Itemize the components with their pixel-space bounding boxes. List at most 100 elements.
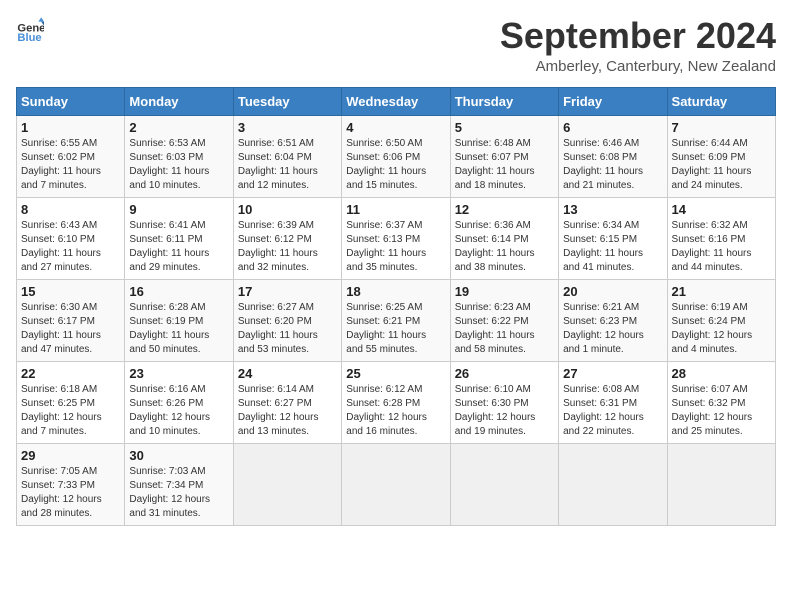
day-number: 7: [672, 120, 771, 135]
header-sunday: Sunday: [17, 87, 125, 115]
day-number: 2: [129, 120, 228, 135]
day-info: Sunrise: 6:21 AMSunset: 6:23 PMDaylight:…: [563, 301, 662, 357]
day-info: Sunrise: 6:18 AMSunset: 6:25 PMDaylight:…: [21, 383, 120, 439]
day-number: 8: [21, 202, 120, 217]
day-number: 18: [346, 284, 445, 299]
day-number: 22: [21, 366, 120, 381]
table-row: 13Sunrise: 6:34 AMSunset: 6:15 PMDayligh…: [559, 197, 667, 279]
day-number: 28: [672, 366, 771, 381]
header-wednesday: Wednesday: [342, 87, 450, 115]
table-row: 5Sunrise: 6:48 AMSunset: 6:07 PMDaylight…: [450, 115, 558, 197]
day-info: Sunrise: 6:53 AMSunset: 6:03 PMDaylight:…: [129, 137, 228, 193]
day-info: Sunrise: 6:34 AMSunset: 6:15 PMDaylight:…: [563, 219, 662, 275]
day-number: 3: [238, 120, 337, 135]
page-header: General Blue September 2024 Amberley, Ca…: [16, 16, 776, 75]
day-number: 14: [672, 202, 771, 217]
day-info: Sunrise: 7:05 AMSunset: 7:33 PMDaylight:…: [21, 465, 120, 521]
table-row: 15Sunrise: 6:30 AMSunset: 6:17 PMDayligh…: [17, 279, 125, 361]
day-info: Sunrise: 6:16 AMSunset: 6:26 PMDaylight:…: [129, 383, 228, 439]
day-number: 25: [346, 366, 445, 381]
calendar-week-row: 8 Sunrise: 6:43 AMSunset: 6:10 PMDaylight…: [17, 197, 776, 279]
table-row: 22 Sunrise: 6:18 AMSunset: 6:25 PMDayligh…: [17, 361, 125, 443]
calendar-week-row: 22 Sunrise: 6:18 AMSunset: 6:25 PMDayligh…: [17, 361, 776, 443]
table-row: 28 Sunrise: 6:07 AMSunset: 6:32 PMDayligh…: [667, 361, 775, 443]
table-row: 2 Sunrise: 6:53 AMSunset: 6:03 PMDaylight…: [125, 115, 233, 197]
table-row: [342, 443, 450, 525]
table-row: [450, 443, 558, 525]
day-number: 16: [129, 284, 228, 299]
table-row: 11Sunrise: 6:37 AMSunset: 6:13 PMDayligh…: [342, 197, 450, 279]
day-info: Sunrise: 6:32 AMSunset: 6:16 PMDaylight:…: [672, 219, 771, 275]
day-info: Sunrise: 6:50 AMSunset: 6:06 PMDaylight:…: [346, 137, 445, 193]
day-info: Sunrise: 6:41 AMSunset: 6:11 PMDaylight:…: [129, 219, 228, 275]
table-row: 10Sunrise: 6:39 AMSunset: 6:12 PMDayligh…: [233, 197, 341, 279]
day-info: Sunrise: 6:48 AMSunset: 6:07 PMDaylight:…: [455, 137, 554, 193]
table-row: 20Sunrise: 6:21 AMSunset: 6:23 PMDayligh…: [559, 279, 667, 361]
table-row: 8 Sunrise: 6:43 AMSunset: 6:10 PMDaylight…: [17, 197, 125, 279]
table-row: [667, 443, 775, 525]
day-info: Sunrise: 6:36 AMSunset: 6:14 PMDaylight:…: [455, 219, 554, 275]
table-row: 1 Sunrise: 6:55 AMSunset: 6:02 PMDaylight…: [17, 115, 125, 197]
table-row: 12 Sunrise: 6:36 AMSunset: 6:14 PMDayligh…: [450, 197, 558, 279]
day-info: Sunrise: 6:46 AMSunset: 6:08 PMDaylight:…: [563, 137, 662, 193]
table-row: 14 Sunrise: 6:32 AMSunset: 6:16 PMDayligh…: [667, 197, 775, 279]
day-number: 9: [129, 202, 228, 217]
day-info: Sunrise: 6:08 AMSunset: 6:31 PMDaylight:…: [563, 383, 662, 439]
table-row: 30 Sunrise: 7:03 AMSunset: 7:34 PMDayligh…: [125, 443, 233, 525]
day-info: Sunrise: 6:43 AMSunset: 6:10 PMDaylight:…: [21, 219, 120, 275]
table-row: 18 Sunrise: 6:25 AMSunset: 6:21 PMDayligh…: [342, 279, 450, 361]
day-number: 27: [563, 366, 662, 381]
table-row: 24 Sunrise: 6:14 AMSunset: 6:27 PMDayligh…: [233, 361, 341, 443]
day-info: Sunrise: 6:14 AMSunset: 6:27 PMDaylight:…: [238, 383, 337, 439]
table-row: 19 Sunrise: 6:23 AMSunset: 6:22 PMDayligh…: [450, 279, 558, 361]
day-info: Sunrise: 6:23 AMSunset: 6:22 PMDaylight:…: [455, 301, 554, 357]
table-row: 9 Sunrise: 6:41 AMSunset: 6:11 PMDaylight…: [125, 197, 233, 279]
day-info: Sunrise: 6:19 AMSunset: 6:24 PMDaylight:…: [672, 301, 771, 357]
svg-text:Blue: Blue: [17, 32, 41, 44]
table-row: 7 Sunrise: 6:44 AMSunset: 6:09 PMDaylight…: [667, 115, 775, 197]
day-info: Sunrise: 6:44 AMSunset: 6:09 PMDaylight:…: [672, 137, 771, 193]
table-row: 27 Sunrise: 6:08 AMSunset: 6:31 PMDayligh…: [559, 361, 667, 443]
day-info: Sunrise: 6:25 AMSunset: 6:21 PMDaylight:…: [346, 301, 445, 357]
calendar-table: Sunday Monday Tuesday Wednesday Thursday…: [16, 87, 776, 526]
day-info: Sunrise: 6:10 AMSunset: 6:30 PMDaylight:…: [455, 383, 554, 439]
day-number: 21: [672, 284, 771, 299]
table-row: 4 Sunrise: 6:50 AMSunset: 6:06 PMDaylight…: [342, 115, 450, 197]
calendar-week-row: 15Sunrise: 6:30 AMSunset: 6:17 PMDayligh…: [17, 279, 776, 361]
table-row: [559, 443, 667, 525]
table-row: 25Sunrise: 6:12 AMSunset: 6:28 PMDayligh…: [342, 361, 450, 443]
month-title: September 2024: [500, 16, 776, 56]
day-info: Sunrise: 6:07 AMSunset: 6:32 PMDaylight:…: [672, 383, 771, 439]
day-number: 4: [346, 120, 445, 135]
logo: General Blue: [16, 16, 44, 44]
day-number: 26: [455, 366, 554, 381]
day-number: 19: [455, 284, 554, 299]
table-row: 26 Sunrise: 6:10 AMSunset: 6:30 PMDayligh…: [450, 361, 558, 443]
day-number: 12: [455, 202, 554, 217]
table-row: 17Sunrise: 6:27 AMSunset: 6:20 PMDayligh…: [233, 279, 341, 361]
day-number: 30: [129, 448, 228, 463]
day-number: 10: [238, 202, 337, 217]
day-number: 1: [21, 120, 120, 135]
day-info: Sunrise: 6:27 AMSunset: 6:20 PMDaylight:…: [238, 301, 337, 357]
header-tuesday: Tuesday: [233, 87, 341, 115]
day-number: 24: [238, 366, 337, 381]
logo-icon: General Blue: [16, 16, 44, 44]
calendar-week-row: 29 Sunrise: 7:05 AMSunset: 7:33 PMDayligh…: [17, 443, 776, 525]
location-title: Amberley, Canterbury, New Zealand: [500, 58, 776, 75]
day-info: Sunrise: 6:28 AMSunset: 6:19 PMDaylight:…: [129, 301, 228, 357]
table-row: 29 Sunrise: 7:05 AMSunset: 7:33 PMDayligh…: [17, 443, 125, 525]
day-number: 6: [563, 120, 662, 135]
day-info: Sunrise: 6:37 AMSunset: 6:13 PMDaylight:…: [346, 219, 445, 275]
table-row: 6 Sunrise: 6:46 AMSunset: 6:08 PMDaylight…: [559, 115, 667, 197]
calendar-week-row: 1 Sunrise: 6:55 AMSunset: 6:02 PMDaylight…: [17, 115, 776, 197]
weekday-header-row: Sunday Monday Tuesday Wednesday Thursday…: [17, 87, 776, 115]
table-row: 21 Sunrise: 6:19 AMSunset: 6:24 PMDayligh…: [667, 279, 775, 361]
header-thursday: Thursday: [450, 87, 558, 115]
day-number: 23: [129, 366, 228, 381]
table-row: [233, 443, 341, 525]
day-number: 29: [21, 448, 120, 463]
day-info: Sunrise: 7:03 AMSunset: 7:34 PMDaylight:…: [129, 465, 228, 521]
day-info: Sunrise: 6:55 AMSunset: 6:02 PMDaylight:…: [21, 137, 120, 193]
day-number: 15: [21, 284, 120, 299]
